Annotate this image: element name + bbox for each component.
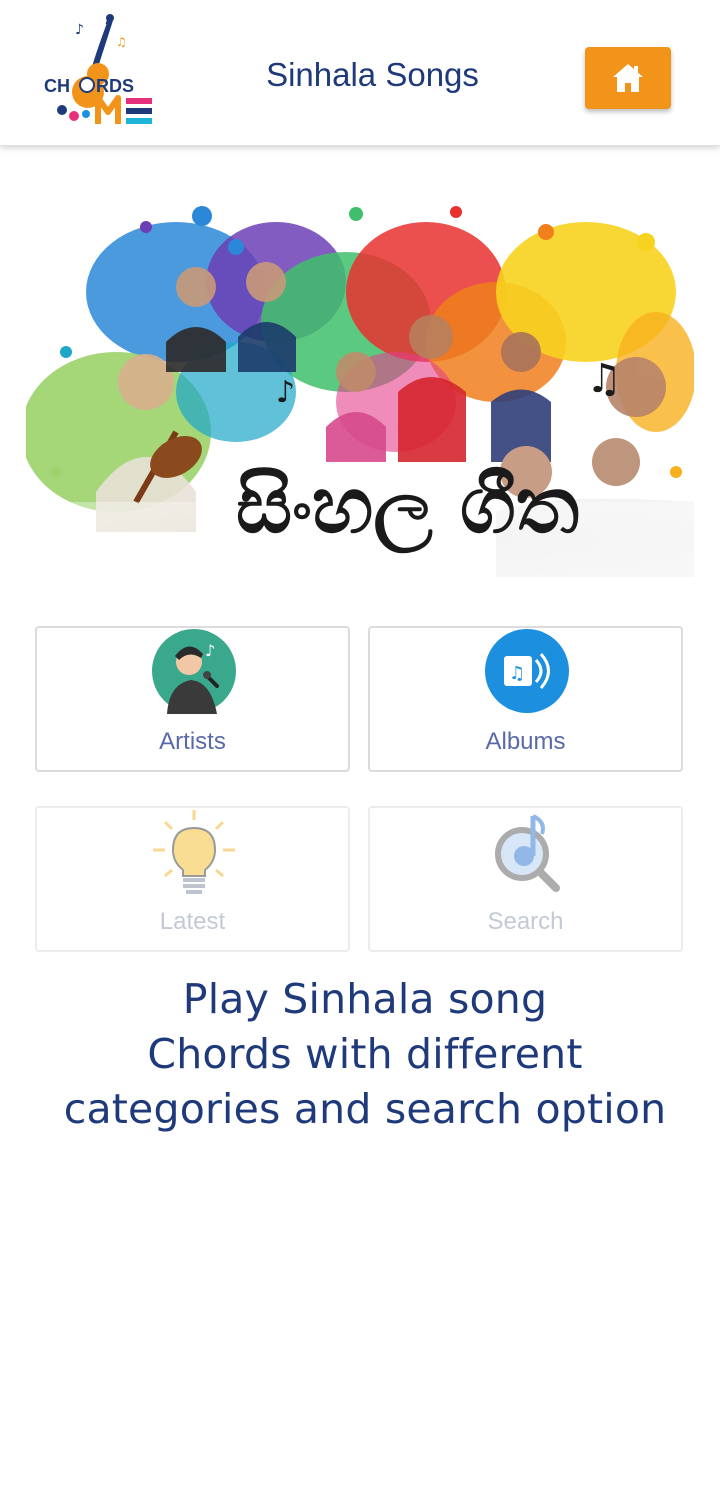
page-title: Sinhala Songs [266,56,479,93]
category-label: Search [487,908,564,935]
tagline-line: Chords with different [147,1030,583,1078]
svg-text:♫: ♫ [586,356,622,402]
svg-text:RDS: RDS [96,76,134,96]
category-latest[interactable]: Latest [35,806,350,952]
category-albums[interactable]: ♫ Albums [368,626,683,772]
app-header: ♪ ♫ CH RDS Sinhala Songs [0,0,720,146]
sinhala-geetha-banner: ♫ ♪ සිංහල ගීත [26,206,694,577]
home-icon [613,64,643,92]
category-label: Latest [159,908,226,935]
music-search-icon [495,814,560,892]
svg-text:♫: ♫ [509,663,525,684]
svg-text:♪: ♪ [205,641,215,660]
lightbulb-icon [153,810,235,894]
tagline-line: Play Sinhala song [182,975,548,1023]
category-label: Albums [485,728,566,755]
svg-text:CH: CH [44,76,70,96]
svg-text:♪: ♪ [75,22,84,38]
category-artists[interactable]: ♪ Artists [35,626,350,772]
tagline-line: categories and search option [63,1085,667,1133]
album-icon: ♫ [485,629,569,713]
banner-caption: සිංහල ගීත [236,461,579,554]
category-search[interactable]: Search [368,806,683,952]
category-label: Artists [159,728,226,755]
svg-text:♪: ♪ [276,375,295,410]
singer-icon: ♪ [152,629,236,714]
chords-me-logo[interactable]: ♪ ♫ CH RDS [40,12,158,130]
home-button[interactable] [585,47,671,109]
app-description: Play Sinhala song Chords with different … [40,972,690,1137]
svg-text:♫: ♫ [116,35,127,49]
